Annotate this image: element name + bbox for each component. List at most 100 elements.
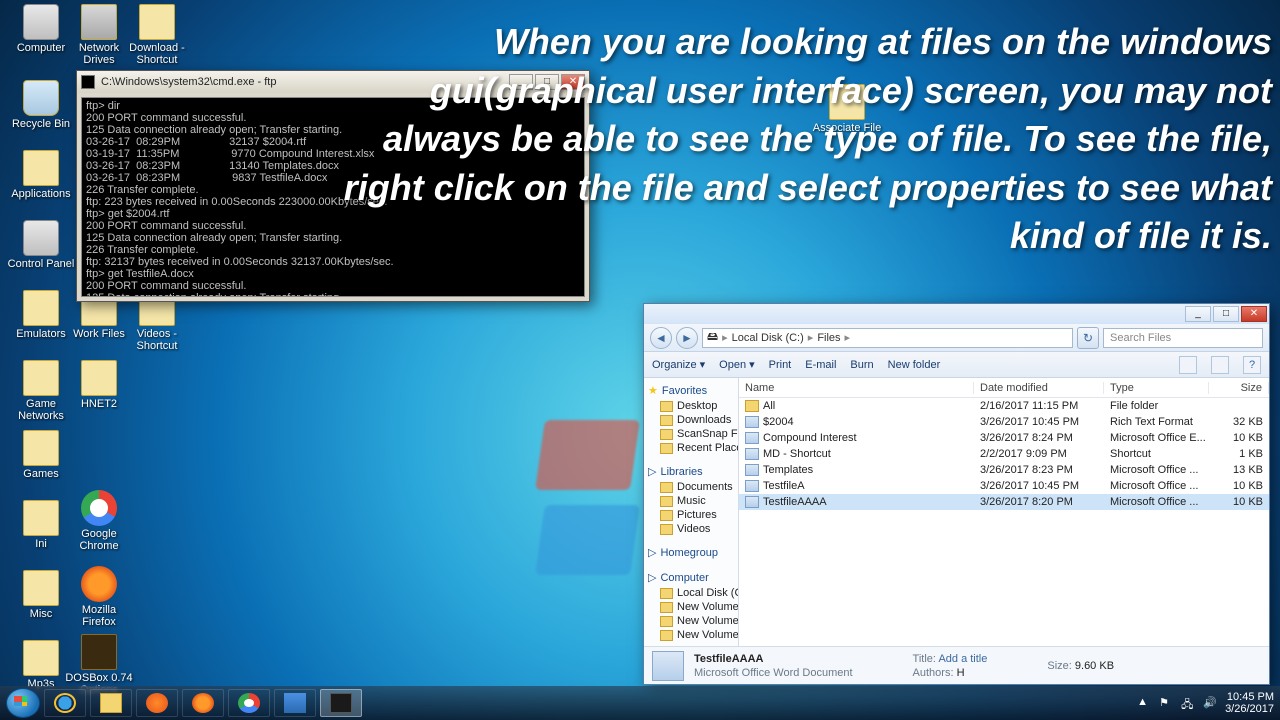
desktop-icon[interactable]: Download - Shortcut (122, 4, 192, 66)
sys-icon (23, 220, 59, 256)
sidebar-group-favorites[interactable]: ★Favorites (644, 382, 738, 399)
navigation-pane[interactable]: ★FavoritesDesktopDownloadsScanSnap FoRec… (644, 378, 739, 646)
ff-icon (81, 566, 117, 602)
file-row[interactable]: $20043/26/2017 10:45 PMRich Text Format3… (739, 414, 1269, 430)
taskbar-app[interactable] (274, 689, 316, 717)
icon-label: Download - Shortcut (122, 42, 192, 66)
folder-icon (660, 602, 673, 613)
sidebar-item[interactable]: Local Disk (C (644, 586, 738, 600)
burn-button[interactable]: Burn (850, 359, 873, 371)
desktop-icon[interactable]: Google Chrome (64, 490, 134, 552)
file-type: Shortcut (1104, 448, 1209, 460)
explorer-titlebar[interactable]: _ □ ✕ (644, 304, 1269, 324)
star-icon: ★ (648, 384, 658, 397)
print-button[interactable]: Print (769, 359, 792, 371)
taskbar-ie[interactable] (44, 689, 86, 717)
terminal-line: 200 PORT command successful. (86, 280, 580, 292)
desktop-icon[interactable]: Games (6, 430, 76, 480)
preview-pane-button[interactable] (1211, 356, 1229, 374)
file-row[interactable]: All2/16/2017 11:15 PMFile folder (739, 398, 1269, 414)
file-type: File folder (1104, 400, 1209, 412)
new-folder-button[interactable]: New folder (888, 359, 941, 371)
details-pane: TestfileAAAA Microsoft Office Word Docum… (644, 646, 1269, 684)
col-name[interactable]: Name (739, 382, 974, 394)
folder-icon (139, 4, 175, 40)
sidebar-item[interactable]: New Volume (644, 600, 738, 614)
folder-icon (660, 510, 673, 521)
sidebar-item[interactable]: Pictures (644, 508, 738, 522)
taskbar-firefox[interactable] (182, 689, 224, 717)
sidebar-group-homegroup[interactable]: ▷Homegroup (644, 544, 738, 561)
maximize-button[interactable]: □ (1213, 306, 1239, 322)
explorer-window[interactable]: _ □ ✕ ◄ ► 🖴 ▸ Local Disk (C:) ▸ Files ▸ … (643, 303, 1270, 685)
sidebar-item[interactable]: New Volume (644, 614, 738, 628)
file-type: Microsoft Office E... (1104, 432, 1209, 444)
col-size[interactable]: Size (1209, 382, 1269, 394)
column-headers[interactable]: Name Date modified Type Size (739, 378, 1269, 398)
folder-icon (23, 430, 59, 466)
file-row[interactable]: TestfileAAAA3/26/2017 8:20 PMMicrosoft O… (739, 494, 1269, 510)
sidebar-item[interactable]: Videos (644, 522, 738, 536)
file-row[interactable]: TestfileA3/26/2017 10:45 PMMicrosoft Off… (739, 478, 1269, 494)
file-size: 13 KB (1209, 464, 1269, 476)
breadcrumb-item[interactable]: Local Disk (C:) (732, 332, 804, 344)
forward-button[interactable]: ► (676, 327, 698, 349)
desktop-icon[interactable]: Control Panel (6, 220, 76, 270)
col-date[interactable]: Date modified (974, 382, 1104, 394)
taskbar-chrome[interactable] (228, 689, 270, 717)
file-name: $2004 (763, 416, 794, 428)
help-button[interactable]: ? (1243, 356, 1261, 374)
file-row[interactable]: Compound Interest3/26/2017 8:24 PMMicros… (739, 430, 1269, 446)
view-options-button[interactable] (1179, 356, 1197, 374)
system-tray[interactable]: ▲ ⚑ 🖧 🔊 10:45 PM 3/26/2017 (1137, 691, 1274, 715)
show-hidden-icons[interactable]: ▲ (1137, 696, 1151, 710)
taskbar-explorer[interactable] (90, 689, 132, 717)
minimize-button[interactable]: _ (1185, 306, 1211, 322)
icon-label: Google Chrome (64, 528, 134, 552)
breadcrumb-item[interactable]: Files (817, 332, 840, 344)
network-icon[interactable]: 🖧 (1181, 696, 1195, 710)
breadcrumb-bar[interactable]: 🖴 ▸ Local Disk (C:) ▸ Files ▸ (702, 328, 1073, 348)
folder-icon (23, 150, 59, 186)
folder-icon (23, 290, 59, 326)
desktop-icon[interactable]: HNET2 (64, 360, 134, 410)
sidebar-item[interactable]: Desktop (644, 399, 738, 413)
taskbar-cmd[interactable] (320, 689, 362, 717)
sidebar-item[interactable]: Music (644, 494, 738, 508)
document-icon (745, 416, 759, 428)
explorer-toolbar: Organize ▾ Open ▾ Print E-mail Burn New … (644, 352, 1269, 378)
folder-icon (81, 360, 117, 396)
action-center-icon[interactable]: ⚑ (1159, 696, 1173, 710)
volume-icon[interactable]: 🔊 (1203, 696, 1217, 710)
file-row[interactable]: Templates3/26/2017 8:23 PMMicrosoft Offi… (739, 462, 1269, 478)
document-icon (745, 496, 759, 508)
open-button[interactable]: Open ▾ (719, 358, 754, 371)
file-size: 10 KB (1209, 432, 1269, 444)
refresh-button[interactable]: ↻ (1077, 327, 1099, 349)
organize-menu[interactable]: Organize ▾ (652, 358, 705, 371)
close-button[interactable]: ✕ (1241, 306, 1267, 322)
file-row[interactable]: MD - Shortcut2/2/2017 9:09 PMShortcut1 K… (739, 446, 1269, 462)
desktop-icon[interactable]: Mozilla Firefox (64, 566, 134, 628)
sys-icon (23, 4, 59, 40)
add-title-link[interactable]: Add a title (938, 653, 987, 665)
sidebar-group-computer[interactable]: ▷Computer (644, 569, 738, 586)
sidebar-item[interactable]: Downloads (644, 413, 738, 427)
file-date: 3/26/2017 10:45 PM (974, 416, 1104, 428)
col-type[interactable]: Type (1104, 382, 1209, 394)
folder-icon (660, 616, 673, 627)
sidebar-group-libraries[interactable]: ▷Libraries (644, 463, 738, 480)
back-button[interactable]: ◄ (650, 327, 672, 349)
taskbar-media-player[interactable] (136, 689, 178, 717)
email-button[interactable]: E-mail (805, 359, 836, 371)
folder-icon (23, 360, 59, 396)
start-button[interactable] (6, 688, 40, 718)
desktop-icon[interactable]: Recycle Bin (6, 80, 76, 130)
sidebar-item[interactable]: New Volume (644, 628, 738, 642)
sidebar-item[interactable]: Documents (644, 480, 738, 494)
chevron-icon: ▷ (648, 571, 656, 584)
clock[interactable]: 10:45 PM 3/26/2017 (1225, 691, 1274, 715)
search-input[interactable]: Search Files (1103, 328, 1263, 348)
sidebar-item[interactable]: ScanSnap Fo (644, 427, 738, 441)
sidebar-item[interactable]: Recent Place (644, 441, 738, 455)
